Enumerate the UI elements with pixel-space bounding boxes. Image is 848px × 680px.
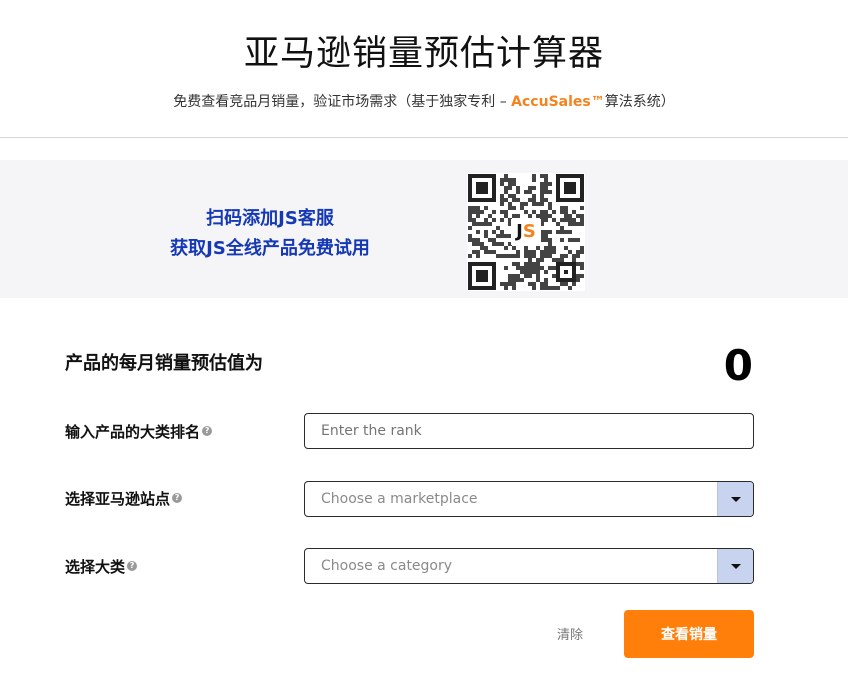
help-icon[interactable]: ? [127,561,138,571]
view-sales-button[interactable]: 查看销量 [624,610,754,658]
marketplace-dropdown-button[interactable] [717,482,753,516]
rank-input[interactable] [304,413,754,449]
caret-down-icon [731,497,741,502]
promo-banner: 扫码添加JS客服 获取JS全线产品免费试用 [0,160,848,298]
help-icon[interactable]: ? [202,426,213,436]
category-dropdown-button[interactable] [717,549,753,583]
clear-button[interactable]: 清除 [540,620,600,650]
estimate-value: 0 [723,341,753,390]
page-title: 亚马逊销量预估计算器 [243,34,604,74]
subtitle-prefix: 免费查看竞品月销量，验证市场需求（基于独家专利 – [173,94,512,110]
marketplace-label: 选择亚马逊站点? [65,488,183,510]
category-placeholder: Choose a category [321,558,453,574]
promo-text: 扫码添加JS客服 获取JS全线产品免费试用 [120,204,420,264]
estimate-label: 产品的每月销量预估值为 [65,353,263,374]
js-logo: JS [511,219,541,245]
promo-line-2: 获取JS全线产品免费试用 [170,238,370,259]
rank-label: 输入产品的大类排名? [65,421,213,443]
category-select[interactable]: Choose a category [304,548,754,584]
help-icon[interactable]: ? [172,493,183,503]
caret-down-icon [731,564,741,569]
subtitle-suffix: 算法系统） [604,94,675,110]
promo-line-1: 扫码添加JS客服 [206,208,334,229]
page-subtitle: 免费查看竞品月销量，验证市场需求（基于独家专利 – AccuSales™算法系统… [0,90,848,114]
marketplace-select[interactable]: Choose a marketplace [304,481,754,517]
accusales-brand: AccuSales™ [511,94,605,110]
category-label: 选择大类? [65,556,138,578]
marketplace-placeholder: Choose a marketplace [321,491,478,507]
page-header: 亚马逊销量预估计算器 免费查看竞品月销量，验证市场需求（基于独家专利 – Acc… [0,0,848,138]
